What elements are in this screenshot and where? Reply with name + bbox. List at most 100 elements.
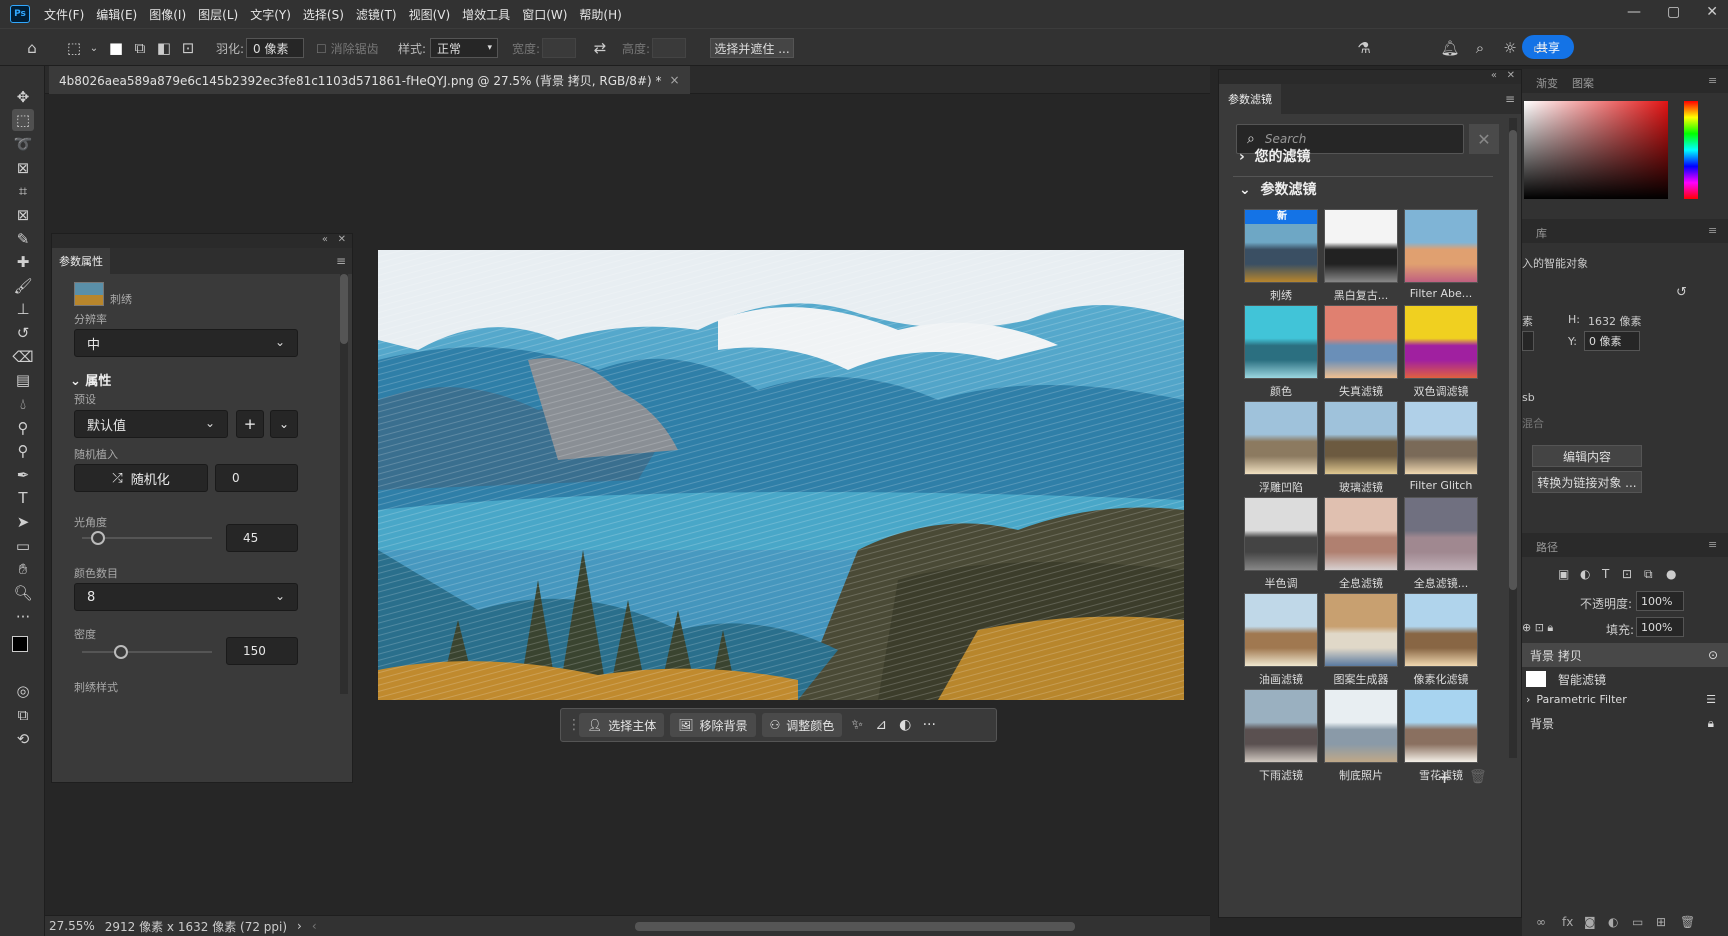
- workspace-icon[interactable]: ▭: [1530, 38, 1550, 58]
- feather-input[interactable]: 0 像素: [246, 38, 304, 58]
- image-filter-icon[interactable]: ▣: [1558, 567, 1569, 581]
- lasso-tool-icon[interactable]: ➰: [12, 133, 34, 155]
- shape-filter-icon[interactable]: ⊡: [1622, 567, 1632, 581]
- maximize-icon[interactable]: ▢: [1667, 4, 1680, 20]
- scroll-thumb[interactable]: [1509, 130, 1517, 590]
- filter-thumbnail[interactable]: [1324, 209, 1398, 283]
- light-angle-input[interactable]: 45: [226, 524, 298, 552]
- filter-thumbnail[interactable]: [1324, 593, 1398, 667]
- gradient-tool-icon[interactable]: ▤: [12, 369, 34, 391]
- select-and-mask-button[interactable]: 选择并遮住 ...: [710, 38, 794, 58]
- tab-neural-filters[interactable]: 参数滤镜: [1219, 84, 1281, 114]
- history-brush-icon[interactable]: ↺: [12, 322, 34, 344]
- layer-row-background[interactable]: 背景 🔒︎: [1522, 711, 1728, 735]
- filter-thumbnail[interactable]: [1404, 401, 1478, 475]
- menu-view[interactable]: 视图(V): [409, 6, 451, 23]
- eyedropper-icon[interactable]: ✎: [12, 228, 34, 250]
- document-tab[interactable]: 4b8026aea589a879e6c145b2392ec3fe81c1103d…: [49, 66, 690, 94]
- adjustment-filter-icon[interactable]: ◐: [1580, 567, 1590, 581]
- x-input[interactable]: [1522, 331, 1534, 351]
- menu-window[interactable]: 窗口(W): [522, 6, 567, 23]
- panel-scrollbar[interactable]: [340, 264, 348, 694]
- swap-icon[interactable]: ⇄: [590, 38, 610, 58]
- filter-thumbnail[interactable]: [1324, 689, 1398, 763]
- resolution-dropdown[interactable]: 中 ⌄: [74, 329, 298, 357]
- smart-filter-icon[interactable]: ⧉: [1644, 567, 1653, 582]
- type-tool-icon[interactable]: T: [12, 487, 34, 509]
- slider-knob[interactable]: [90, 531, 105, 545]
- height-input[interactable]: [652, 38, 686, 58]
- density-input[interactable]: 150: [226, 637, 298, 665]
- transform-icon[interactable]: ⊿: [872, 717, 890, 733]
- chevron-left-icon[interactable]: ‹: [312, 919, 317, 933]
- fx-icon[interactable]: fx: [1562, 915, 1573, 929]
- delete-layer-icon[interactable]: 🗑︎: [1680, 915, 1695, 929]
- new-layer-icon[interactable]: ⊞: [1656, 915, 1666, 929]
- stamp-tool-icon[interactable]: ⊥: [12, 298, 34, 320]
- randomize-button[interactable]: ⤮ 随机化: [74, 464, 208, 492]
- fill-input[interactable]: 100%: [1636, 617, 1684, 637]
- menu-edit[interactable]: 编辑(E): [96, 6, 137, 23]
- hue-slider[interactable]: [1684, 101, 1698, 199]
- quick-mask-icon[interactable]: ◎: [12, 680, 34, 702]
- subtract-selection-icon[interactable]: ◧: [154, 38, 174, 58]
- foreground-color-swatch[interactable]: [12, 636, 28, 652]
- collapse-icon[interactable]: «: [322, 234, 328, 245]
- preset-menu-button[interactable]: ⌄: [270, 410, 298, 438]
- tab-library[interactable]: 库: [1536, 225, 1547, 241]
- filter-options-icon[interactable]: ☰: [1706, 693, 1716, 706]
- slider-knob[interactable]: [114, 645, 128, 659]
- rectangular-marquee-icon[interactable]: ⬚: [12, 109, 34, 131]
- panel-scrollbar[interactable]: [1509, 118, 1517, 758]
- add-selection-icon[interactable]: ⧉: [130, 38, 150, 58]
- close-panel-icon[interactable]: ✕: [1507, 70, 1515, 81]
- panel-menu-icon[interactable]: ≡: [1708, 538, 1717, 551]
- remove-background-button[interactable]: 🖼︎ 移除背景: [670, 713, 756, 737]
- magic-wand-icon[interactable]: ✨︎: [848, 717, 866, 733]
- collapse-icon[interactable]: «: [1491, 70, 1497, 81]
- light-bulb-icon[interactable]: ☼: [1500, 38, 1520, 58]
- preset-dropdown[interactable]: 默认值 ⌄: [74, 410, 228, 438]
- filter-thumbnail[interactable]: 新: [1244, 209, 1318, 283]
- adjustment-layer-icon[interactable]: ◐: [1608, 915, 1618, 929]
- dodge-tool-icon[interactable]: ⚲: [12, 417, 34, 439]
- filter-thumbnail[interactable]: [1404, 497, 1478, 571]
- layer-row-parametric-filter[interactable]: › Parametric Filter ☰: [1522, 687, 1728, 711]
- move-tool-icon[interactable]: ✥: [12, 86, 34, 108]
- healing-brush-icon[interactable]: ✚: [12, 251, 34, 273]
- tab-gradient[interactable]: 渐变: [1536, 75, 1558, 91]
- scroll-thumb[interactable]: [340, 274, 348, 344]
- document-canvas[interactable]: [378, 250, 1184, 700]
- intersect-selection-icon[interactable]: ⊡: [178, 38, 198, 58]
- chevron-down-icon[interactable]: ⌄: [84, 38, 104, 58]
- mask-icon[interactable]: ◙: [1584, 915, 1596, 929]
- chevron-right-icon[interactable]: ›: [297, 919, 302, 933]
- panel-menu-icon[interactable]: ≡: [1505, 92, 1515, 106]
- width-input[interactable]: [542, 38, 576, 58]
- link-icon[interactable]: ∞: [1536, 915, 1546, 929]
- adjust-color-button[interactable]: ⚇ 调整颜色: [761, 713, 843, 737]
- filter-thumbnail[interactable]: [1324, 401, 1398, 475]
- filter-toggle-icon[interactable]: ●: [1666, 567, 1676, 581]
- color-picker-field[interactable]: [1524, 101, 1668, 199]
- close-tab-icon[interactable]: ×: [670, 73, 680, 87]
- zoom-tool-icon[interactable]: 🔍︎: [12, 582, 34, 604]
- menu-image[interactable]: 图像(I): [149, 6, 186, 23]
- share-tool-icon[interactable]: ⟲: [12, 728, 34, 750]
- menu-layer[interactable]: 图层(L): [198, 6, 238, 23]
- zoom-magnifier-icon[interactable]: ⚲: [12, 440, 34, 462]
- new-selection-icon[interactable]: ■: [106, 38, 126, 58]
- minimize-icon[interactable]: —: [1627, 4, 1641, 20]
- more-tools-icon[interactable]: ···: [12, 606, 34, 628]
- horizontal-scrollbar[interactable]: [635, 922, 1075, 931]
- tab-paths[interactable]: 路径: [1536, 539, 1558, 555]
- pen-tool-icon[interactable]: ✒: [12, 464, 34, 486]
- style-select[interactable]: 正常 ▾: [430, 38, 498, 58]
- lock-icons[interactable]: ⊕ ⊡ 🔒︎: [1522, 621, 1553, 635]
- crop-tool-icon[interactable]: ⌗: [12, 180, 34, 202]
- brush-tool-icon[interactable]: 🖌︎: [12, 275, 34, 297]
- menu-type[interactable]: 文字(Y): [250, 6, 291, 23]
- add-filter-icon[interactable]: +: [1437, 767, 1452, 788]
- filter-thumbnail[interactable]: [1404, 593, 1478, 667]
- filter-thumbnail[interactable]: [1244, 497, 1318, 571]
